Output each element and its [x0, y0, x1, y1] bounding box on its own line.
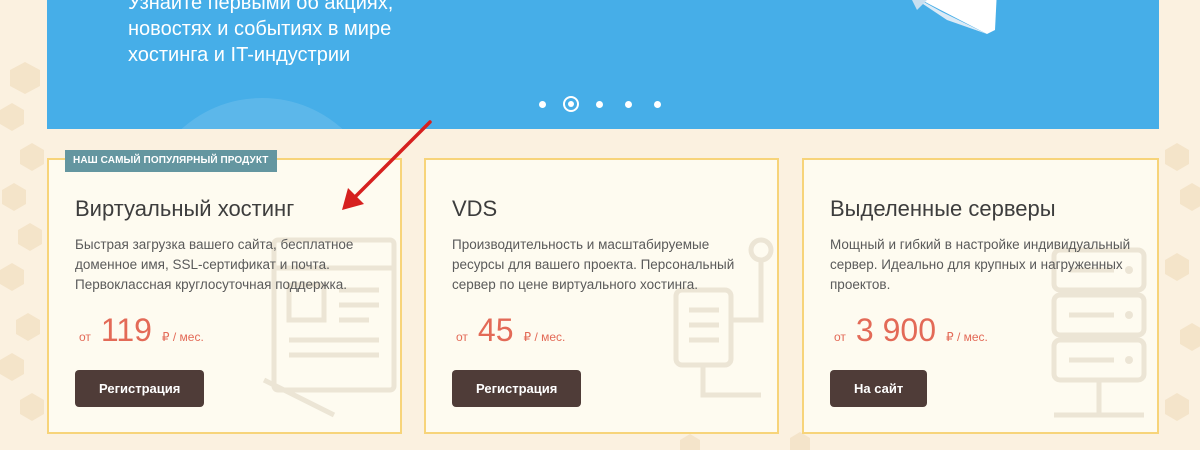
price: от 45 ₽ / мес. [456, 312, 565, 349]
card-title[interactable]: VDS [452, 196, 497, 222]
banner-text-line: Узнайте первыми об акциях, [128, 0, 394, 14]
price-amount: 119 [100, 312, 152, 348]
card-title[interactable]: Виртуальный хостинг [75, 196, 294, 222]
card-title[interactable]: Выделенные серверы [830, 196, 1056, 222]
price-from: от [456, 330, 468, 344]
price-unit: ₽ / мес. [161, 330, 204, 344]
card-description-line: проектов. [830, 277, 891, 292]
slider-dot-active[interactable] [563, 96, 579, 112]
price-amount: 45 [477, 312, 514, 348]
card-description-line: доменное имя, SSL-сертификат и почта. [75, 257, 330, 272]
price-from: от [79, 330, 91, 344]
go-to-site-button[interactable]: На сайт [830, 370, 928, 407]
banner-text-line: хостинга и IT-индустрии [128, 44, 351, 66]
card-description-line: сервер по цене виртуального хостинга. [452, 277, 698, 292]
card-description-line: ресурсы для вашего проекта. Персональный [452, 257, 735, 272]
card-description: Быстрая загрузка вашего сайта, бесплатно… [75, 235, 385, 295]
register-button[interactable]: Регистрация [75, 370, 205, 407]
product-card-dedicated-servers: Выделенные серверы Мощный и гибкий в нас… [802, 158, 1159, 434]
price-amount: 3 900 [855, 312, 936, 348]
price-unit: ₽ / мес. [523, 330, 566, 344]
slider-dot[interactable] [654, 100, 661, 108]
price: от 119 ₽ / мес. [79, 312, 204, 349]
banner-text: Узнайте первыми об акциях, новостях и со… [128, 0, 428, 68]
card-description-line: Мощный и гибкий в настройке индивидуальн… [830, 237, 1131, 252]
register-button[interactable]: Регистрация [452, 370, 582, 407]
promo-banner[interactable]: Узнайте первыми об акциях, новостях и со… [47, 0, 1159, 129]
product-card-vds: VDS Производительность и масштабируемые … [424, 158, 779, 434]
banner-text-line: новостях и событиях в мире [128, 18, 392, 40]
card-description-line: Быстрая загрузка вашего сайта, бесплатно… [75, 237, 354, 252]
popular-badge: НАШ САМЫЙ ПОПУЛЯРНЫЙ ПРОДУКТ [65, 150, 277, 172]
slider-dot[interactable] [539, 100, 546, 108]
paper-plane-icon [912, 0, 997, 34]
price-unit: ₽ / мес. [945, 330, 988, 344]
price: от 3 900 ₽ / мес. [834, 312, 988, 349]
card-description: Мощный и гибкий в настройке индивидуальн… [830, 235, 1140, 295]
card-description-line: Первоклассная круглосуточная поддержка. [75, 277, 347, 292]
price-from: от [834, 330, 846, 344]
card-description-line: Производительность и масштабируемые [452, 237, 710, 252]
slider-dot[interactable] [625, 100, 632, 108]
card-description-line: сервер. Идеально для крупных и нагруженн… [830, 257, 1123, 272]
card-description: Производительность и масштабируемые ресу… [452, 235, 762, 295]
annotation-arrow-icon [342, 120, 432, 210]
slider-dot[interactable] [596, 100, 603, 108]
slider-dots [539, 96, 683, 112]
